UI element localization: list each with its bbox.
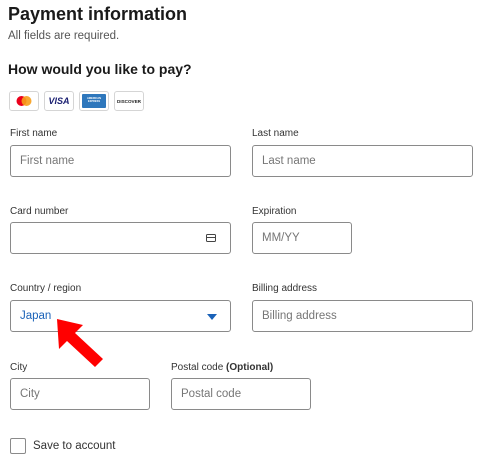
first-name-input[interactable]: First name [10, 145, 231, 177]
city-placeholder: City [20, 388, 40, 400]
postal-code-label: Postal code (Optional) [171, 362, 274, 373]
red-arrow-annotation [57, 319, 103, 367]
last-name-label: Last name [252, 128, 299, 139]
city-label: City [10, 362, 28, 373]
page-subtitle: All fields are required. [8, 30, 120, 42]
postal-code-input[interactable]: Postal code [171, 378, 311, 410]
card-number-label: Card number [10, 206, 69, 217]
country-label: Country / region [10, 283, 82, 294]
country-select[interactable]: Japan [10, 300, 231, 332]
mastercard-logo [9, 91, 39, 111]
city-input[interactable]: City [10, 378, 150, 410]
billing-address-input[interactable]: Billing address [252, 300, 473, 332]
billing-address-placeholder: Billing address [262, 310, 337, 322]
visa-logo: VISA [44, 91, 74, 111]
expiration-input[interactable]: MM/YY [252, 222, 352, 254]
first-name-label: First name [10, 128, 58, 139]
billing-address-label: Billing address [252, 283, 318, 294]
expiration-label: Expiration [252, 206, 297, 217]
save-to-account-label[interactable]: Save to account [33, 440, 115, 452]
last-name-input[interactable]: Last name [252, 145, 473, 177]
expiration-placeholder: MM/YY [262, 232, 300, 244]
credit-card-icon [206, 234, 216, 242]
card-number-input[interactable] [10, 222, 231, 254]
save-to-account-checkbox[interactable] [10, 438, 26, 454]
card-brand-list: VISA AMERICAN EXPRESS DISCOVER [9, 91, 144, 111]
last-name-placeholder: Last name [262, 155, 316, 167]
discover-logo: DISCOVER [114, 91, 144, 111]
country-selected-value: Japan [20, 310, 52, 322]
payment-method-heading: How would you like to pay? [8, 61, 192, 77]
postal-code-placeholder: Postal code [181, 388, 242, 400]
page-title: Payment information [8, 4, 188, 24]
first-name-placeholder: First name [20, 155, 75, 167]
amex-logo: AMERICAN EXPRESS [79, 91, 109, 111]
optional-tag: (Optional) [226, 362, 274, 373]
chevron-down-icon [207, 314, 217, 320]
